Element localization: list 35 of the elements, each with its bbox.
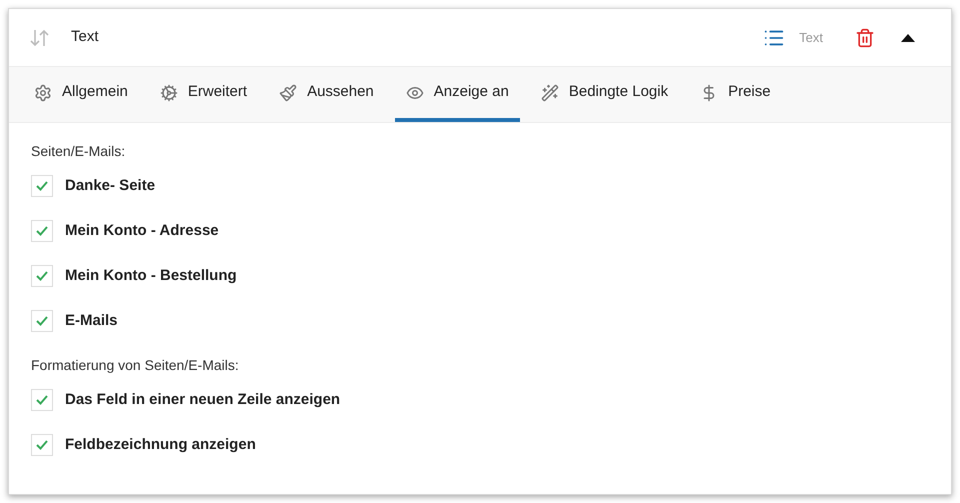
checkbox-label: Das Feld in einer neuen Zeile anzeigen bbox=[65, 390, 340, 410]
tab[interactable]: Allgemein bbox=[23, 67, 139, 122]
field-title: Text bbox=[71, 27, 99, 48]
checkbox[interactable] bbox=[31, 175, 53, 197]
checkmark-icon bbox=[36, 440, 48, 450]
checkbox[interactable] bbox=[31, 434, 53, 456]
sort-arrows-icon[interactable] bbox=[29, 28, 51, 48]
tab[interactable]: Anzeige an bbox=[394, 67, 520, 122]
section-heading: Formatierung von Seiten/E-Mails: bbox=[31, 356, 240, 375]
checkmark-icon bbox=[36, 226, 48, 236]
tab[interactable]: Aussehen bbox=[268, 67, 385, 122]
checkmark-icon bbox=[36, 181, 48, 191]
tab[interactable]: Erweitert bbox=[148, 67, 258, 122]
checkbox-label: E-Mails bbox=[65, 310, 118, 331]
checkbox-label: Mein Konto - Adresse bbox=[65, 220, 219, 241]
collapse-button[interactable] bbox=[901, 34, 915, 42]
checkbox-label: Danke- Seite bbox=[65, 176, 156, 196]
checkbox[interactable] bbox=[31, 310, 53, 332]
checkbox-label: Mein Konto - Bestellung bbox=[65, 266, 237, 286]
delete-button[interactable] bbox=[855, 28, 875, 48]
paintbrush-icon bbox=[279, 84, 298, 102]
section-heading: Seiten/E-Mails: bbox=[31, 142, 126, 161]
gears-icon bbox=[160, 84, 178, 102]
checkbox[interactable] bbox=[31, 389, 53, 411]
checkmark-icon bbox=[36, 316, 48, 326]
checkmark-icon bbox=[36, 395, 48, 405]
tab[interactable]: Preise bbox=[689, 67, 782, 122]
checkbox-label: Feldbezeichnung anzeigen bbox=[65, 434, 256, 455]
checkbox[interactable] bbox=[31, 265, 53, 287]
tab[interactable]: Bedingte Logik bbox=[530, 67, 680, 122]
field-type-label: Text bbox=[799, 28, 823, 47]
magic-wand-icon bbox=[540, 84, 559, 102]
checkbox[interactable] bbox=[31, 220, 53, 242]
checkmark-icon bbox=[36, 271, 48, 281]
gear-icon bbox=[34, 84, 52, 102]
